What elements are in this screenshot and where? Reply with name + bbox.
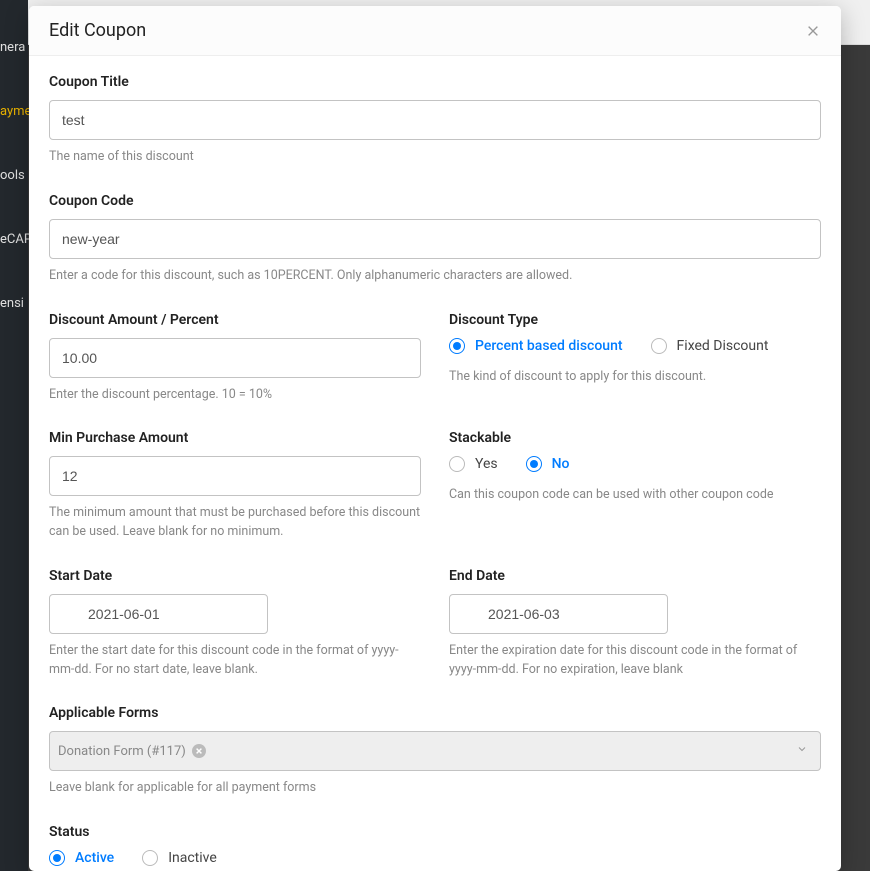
coupon-title-help: The name of this discount [49,148,821,167]
applicable-forms-tag: Donation Form (#117) [58,744,206,759]
discount-amount-help: Enter the discount percentage. 10 = 10% [49,386,421,405]
discount-amount-label: Discount Amount / Percent [49,312,421,328]
radio-icon [449,338,465,354]
radio-label: Fixed Discount [677,338,769,354]
edit-coupon-modal: Edit Coupon Coupon Title The name of thi… [29,6,841,871]
radio-label: Percent based discount [475,338,623,354]
discount-type-label: Discount Type [449,312,821,328]
field-stackable: Stackable Yes No Can this coupon code ca… [449,430,821,542]
field-end-date: End Date Enter the expiration date for t… [449,568,821,680]
radio-label: Active [75,850,114,866]
field-coupon-code: Coupon Code Enter a code for this discou… [49,193,821,286]
status-active[interactable]: Active [49,850,114,866]
field-applicable-forms: Applicable Forms Donation Form (#117) Le… [49,705,821,798]
applicable-forms-label: Applicable Forms [49,705,821,721]
discount-type-fixed[interactable]: Fixed Discount [651,338,769,354]
applicable-forms-help: Leave blank for applicable for all payme… [49,779,821,798]
end-date-input[interactable] [449,594,668,634]
discount-type-percent[interactable]: Percent based discount [449,338,623,354]
stackable-no[interactable]: No [526,456,570,472]
min-purchase-help: The minimum amount that must be purchase… [49,504,421,542]
radio-label: No [552,456,570,472]
tag-label: Donation Form (#117) [58,744,186,759]
end-date-label: End Date [449,568,821,584]
radio-icon [142,850,158,866]
field-coupon-title: Coupon Title The name of this discount [49,74,821,167]
tag-remove-icon[interactable] [192,744,206,758]
start-date-input[interactable] [49,594,268,634]
radio-icon [49,850,65,866]
coupon-title-label: Coupon Title [49,74,821,90]
field-min-purchase: Min Purchase Amount The minimum amount t… [49,430,421,542]
field-start-date: Start Date Enter the start date for this… [49,568,421,680]
status-inactive[interactable]: Inactive [142,850,217,866]
coupon-title-input[interactable] [49,100,821,140]
stackable-help: Can this coupon code can be used with ot… [449,486,821,505]
modal-title: Edit Coupon [49,20,146,41]
coupon-code-help: Enter a code for this discount, such as … [49,267,821,286]
radio-icon [449,456,465,472]
stackable-yes[interactable]: Yes [449,456,498,472]
applicable-forms-select[interactable]: Donation Form (#117) [49,731,821,771]
coupon-code-input[interactable] [49,219,821,259]
discount-amount-input[interactable] [49,338,421,378]
modal-header: Edit Coupon [29,6,841,56]
discount-type-help: The kind of discount to apply for this d… [449,368,821,387]
field-status: Status Active Inactive [49,824,821,866]
start-date-help: Enter the start date for this discount c… [49,642,421,680]
radio-label: Yes [475,456,498,472]
radio-label: Inactive [168,850,217,866]
coupon-code-label: Coupon Code [49,193,821,209]
radio-icon [651,338,667,354]
min-purchase-label: Min Purchase Amount [49,430,421,446]
modal-overlay: Edit Coupon Coupon Title The name of thi… [0,0,870,871]
close-icon[interactable] [805,23,821,39]
end-date-help: Enter the expiration date for this disco… [449,642,821,680]
start-date-label: Start Date [49,568,421,584]
modal-body: Coupon Title The name of this discount C… [29,56,841,871]
radio-icon [526,456,542,472]
stackable-label: Stackable [449,430,821,446]
min-purchase-input[interactable] [49,456,421,496]
field-discount-amount: Discount Amount / Percent Enter the disc… [49,312,421,405]
chevron-down-icon [796,743,808,759]
status-label: Status [49,824,821,840]
field-discount-type: Discount Type Percent based discount Fix… [449,312,821,405]
